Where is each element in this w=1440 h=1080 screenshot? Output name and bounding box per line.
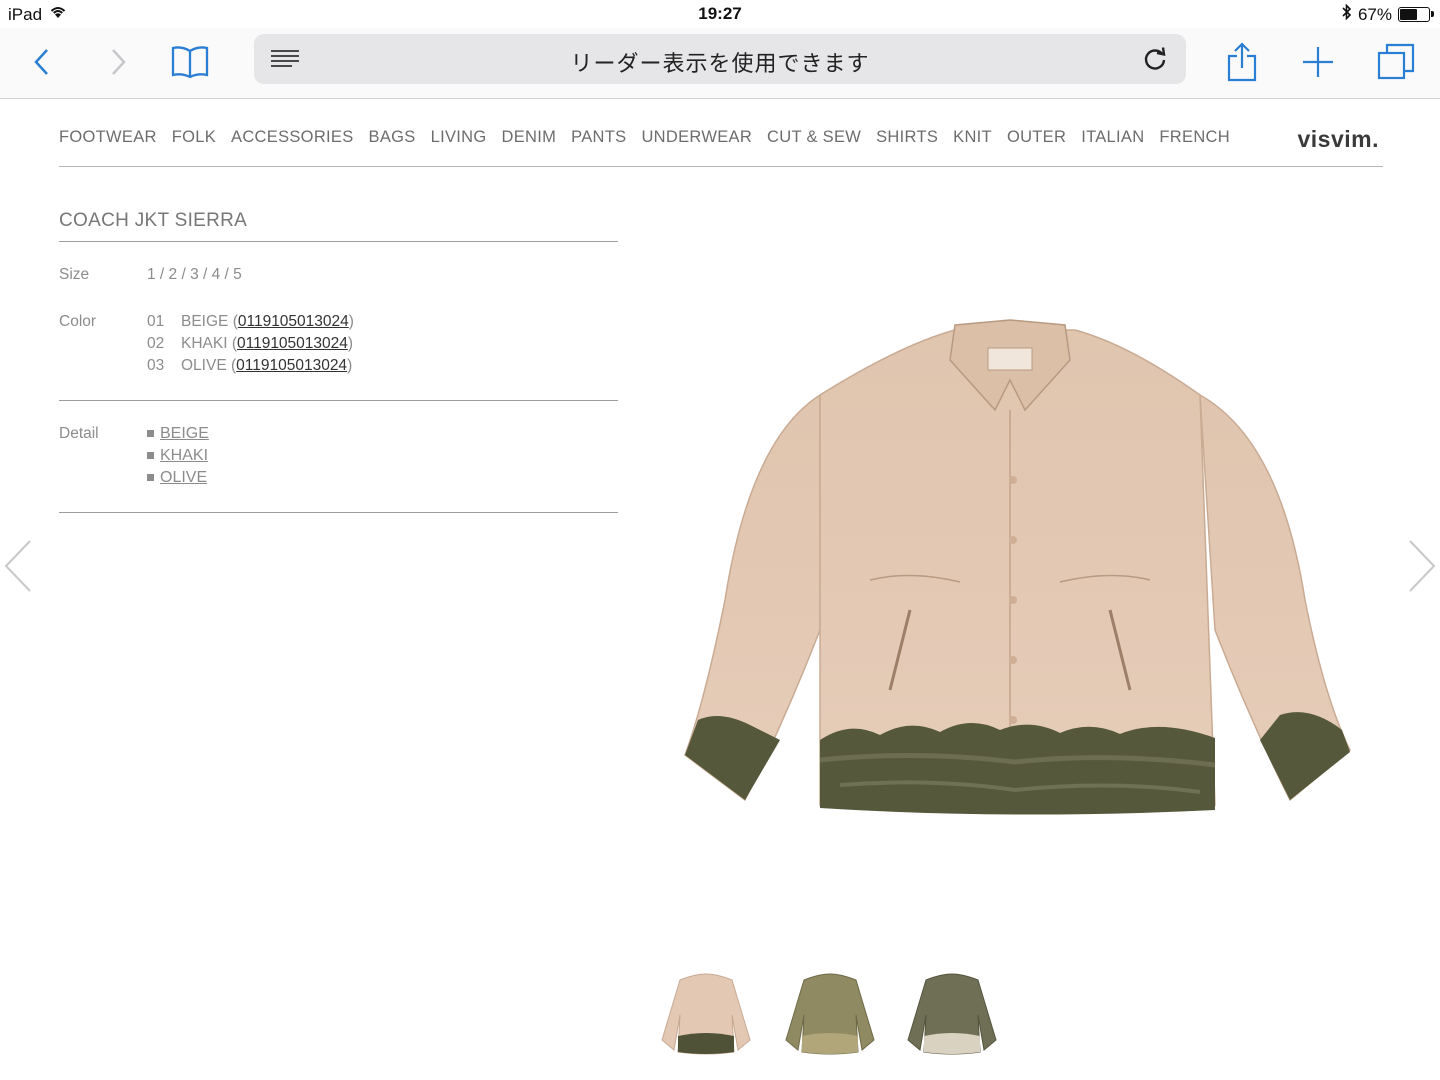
battery-icon [1398,7,1434,22]
color-row: 01 BEIGE (0119105013024) [147,313,354,330]
detail-item: KHAKI [147,447,208,465]
brand-logo[interactable]: visvim. [1298,126,1380,153]
color-row: 03 OLIVE (0119105013024) [147,357,353,374]
thumbnail-beige[interactable] [650,970,762,1060]
color-code-link[interactable]: 0119105013024 [236,357,347,374]
product-image-jacket [684,319,1351,815]
chevron-right-icon [112,49,126,75]
color-name: OLIVE [181,357,227,374]
battery-level [1400,9,1418,20]
reader-view-button[interactable] [262,36,308,82]
back-button[interactable] [18,38,66,86]
size-label: Size [59,266,90,283]
divider [59,400,618,401]
nav-item-pants[interactable]: PANTS [571,128,626,147]
tabs-button[interactable] [1372,38,1420,86]
nav-item-footwear[interactable]: FOOTWEAR [59,128,157,147]
reload-icon [1144,47,1166,70]
next-image-button[interactable] [1404,538,1438,594]
nav-item-cut-sew[interactable]: CUT & SEW [767,128,861,147]
status-bar: iPad 19:27 67% [0,0,1440,28]
nav-item-bags[interactable]: BAGS [369,128,416,147]
forward-button[interactable] [94,38,142,86]
chevron-left-icon [34,49,48,75]
new-tab-button[interactable] [1294,38,1342,86]
nav-items: FOOTWEAR FOLK ACCESSORIES BAGS LIVING DENIM PA… [59,128,1383,147]
nav-item-shirts[interactable]: SHIRTS [876,128,938,147]
detail-item: OLIVE [147,469,207,487]
address-bar[interactable]: リーダー表示を使用できます [254,34,1186,84]
share-button[interactable] [1218,38,1266,86]
tabs-icon [1377,43,1415,80]
size-values: 1 / 2 / 3 / 4 / 5 [147,266,242,283]
detail-link-beige[interactable]: BEIGE [160,425,209,442]
color-name: KHAKI [181,335,228,352]
prev-image-button[interactable] [2,538,36,594]
thumbnail-khaki[interactable] [774,970,886,1060]
book-icon [171,46,209,79]
color-number: 03 [147,357,165,374]
detail-link-olive[interactable]: OLIVE [160,469,207,486]
nav-item-folk[interactable]: FOLK [172,128,216,147]
nav-item-french[interactable]: FRENCH [1159,128,1230,147]
nav-item-living[interactable]: LIVING [431,128,487,147]
reader-lines-icon [271,50,299,67]
nav-item-underwear[interactable]: UNDERWEAR [641,128,752,147]
thumbnail-olive[interactable] [896,970,1008,1060]
bluetooth-icon [1342,3,1352,25]
chevron-right-icon [1409,540,1436,592]
nav-item-outer[interactable]: OUTER [1007,128,1066,147]
color-label: Color [59,313,97,330]
detail-item: BEIGE [147,425,209,443]
divider [59,512,618,513]
detail-label: Detail [59,425,99,442]
chevron-left-icon [4,540,31,592]
divider [59,241,618,242]
bookmarks-button[interactable] [166,38,214,86]
clock: 19:27 [698,4,742,23]
nav-item-knit[interactable]: KNIT [953,128,992,147]
detail-link-khaki[interactable]: KHAKI [160,447,208,464]
nav-item-denim[interactable]: DENIM [502,128,557,147]
color-code-link[interactable]: 0119105013024 [237,335,348,352]
color-number: 01 [147,313,165,330]
reload-button[interactable] [1132,36,1178,82]
address-text: リーダー表示を使用できます [570,51,870,76]
site-navigation: FOOTWEAR FOLK ACCESSORIES BAGS LIVING DENIM PA… [59,126,1383,167]
color-name: BEIGE [181,313,229,330]
bullet-icon [147,474,154,482]
color-code-link[interactable]: 0119105013024 [238,313,349,330]
color-row: 02 KHAKI (0119105013024) [147,335,354,352]
browser-toolbar: リーダー表示を使用できます [0,28,1440,99]
bullet-icon [147,452,154,460]
status-right: 67% [1342,3,1434,25]
plus-icon [1303,47,1333,77]
nav-item-italian[interactable]: ITALIAN [1081,128,1144,147]
color-number: 02 [147,335,165,352]
share-icon [1227,42,1257,82]
bullet-icon [147,430,154,438]
nav-item-accessories[interactable]: ACCESSORIES [231,128,354,147]
battery-percent: 67% [1357,4,1392,24]
product-title: COACH JKT SIERRA [59,210,248,231]
